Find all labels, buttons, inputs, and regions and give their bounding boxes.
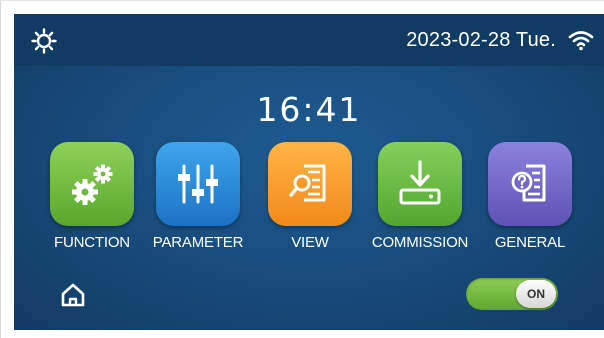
power-toggle[interactable]: ON [466,278,558,310]
commission-button[interactable] [378,142,462,226]
screen: 2023-02-28 Tue. 16:41 FUNCTION PARAMETER… [14,14,604,330]
sun-icon [31,28,57,54]
gears-icon [72,164,113,205]
sliders-icon [178,164,218,204]
frame-border [0,0,604,1]
parameter-label: PARAMETER [152,234,244,251]
toggle-knob: ON [516,280,556,308]
general-label: GENERAL [494,234,566,251]
view-button[interactable] [268,142,352,226]
download-icon [399,160,441,205]
status-bar: 2023-02-28 Tue. [14,14,604,66]
date-display: 2023-02-28 Tue. [406,29,556,51]
function-button[interactable] [50,142,134,226]
device-frame: 2023-02-28 Tue. 16:41 FUNCTION PARAMETER… [0,0,604,338]
frame-border [0,0,1,338]
home-icon[interactable] [60,282,86,308]
wifi-icon [568,31,594,51]
general-button[interactable] [488,142,572,226]
document-search-icon [289,164,326,202]
clock: 16:41 [256,90,362,129]
document-help-icon [511,164,546,202]
parameter-button[interactable] [156,142,240,226]
